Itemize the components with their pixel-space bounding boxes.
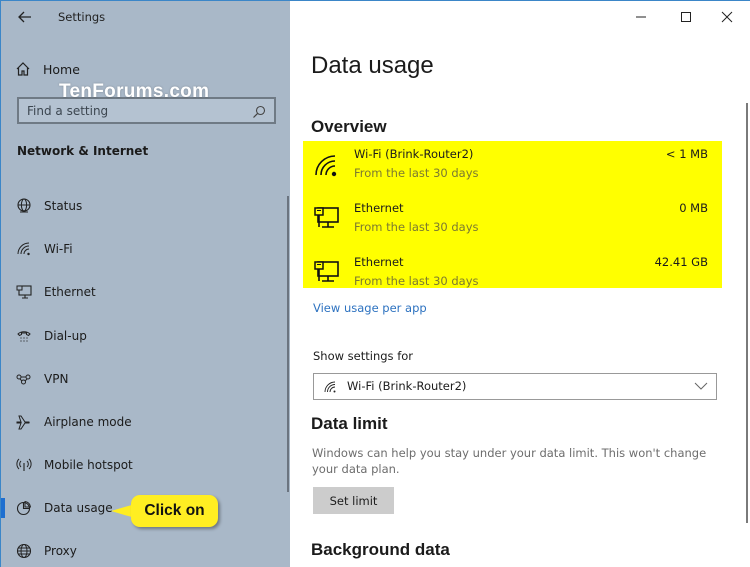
home-icon — [16, 62, 30, 76]
watermark: TenForums.com — [59, 81, 210, 102]
usage-row-wifi[interactable]: Wi-Fi (Brink-Router2) From the last 30 d… — [303, 141, 722, 187]
usage-amount: < 1 MB — [665, 147, 708, 161]
usage-amount: 42.41 GB — [654, 255, 708, 269]
usage-row-ethernet-2[interactable]: Ethernet From the last 30 days 42.41 GB — [303, 249, 722, 295]
overview-heading: Overview — [311, 117, 387, 136]
chevron-down-icon — [694, 382, 708, 390]
usage-amount: 0 MB — [679, 201, 708, 215]
section-title: Network & Internet — [17, 144, 149, 158]
sidebar: Settings Home TenForums.com Network & In… — [1, 1, 290, 567]
usage-period: From the last 30 days — [354, 166, 479, 180]
background-data-heading: Background data — [311, 540, 450, 559]
ethernet-icon — [314, 261, 339, 282]
usage-row-ethernet-1[interactable]: Ethernet From the last 30 days 0 MB — [303, 195, 722, 241]
wifi-icon — [324, 381, 336, 393]
nav-label: Data usage — [44, 500, 113, 515]
usage-name: Wi-Fi (Brink-Router2) — [354, 147, 474, 161]
usage-name: Ethernet — [354, 255, 404, 269]
wifi-icon — [15, 240, 33, 258]
wifi-icon — [315, 155, 337, 177]
nav-label: Mobile hotspot — [44, 457, 133, 472]
sidebar-item-proxy[interactable]: Proxy — [1, 529, 281, 567]
overview-highlight: Wi-Fi (Brink-Router2) From the last 30 d… — [303, 141, 722, 288]
show-settings-label: Show settings for — [313, 349, 414, 363]
sidebar-item-wifi[interactable]: Wi-Fi — [1, 227, 281, 270]
title-bar: Settings — [1, 1, 290, 35]
data-limit-description: Windows can help you stay under your dat… — [312, 446, 707, 476]
minimize-button[interactable] — [626, 5, 656, 29]
status-globe-icon — [15, 197, 33, 215]
usage-period: From the last 30 days — [354, 274, 479, 288]
back-arrow-icon — [18, 11, 31, 23]
sidebar-item-airplane-mode[interactable]: Airplane mode — [1, 400, 281, 443]
sidebar-scrollbar[interactable] — [287, 196, 289, 492]
network-select[interactable]: Wi-Fi (Brink-Router2) — [313, 373, 717, 400]
set-limit-button[interactable]: Set limit — [313, 487, 394, 514]
nav-label: Status — [44, 198, 83, 213]
view-usage-per-app-link[interactable]: View usage per app — [313, 301, 427, 315]
hotspot-icon — [15, 456, 33, 474]
sidebar-item-ethernet[interactable]: Ethernet — [1, 270, 281, 313]
nav-label: Airplane mode — [44, 414, 132, 429]
globe-icon — [15, 542, 33, 560]
search-input[interactable] — [27, 103, 252, 118]
sidebar-item-mobile-hotspot[interactable]: Mobile hotspot — [1, 443, 281, 486]
nav-label: Dial-up — [44, 328, 87, 343]
search-icon[interactable] — [252, 104, 266, 118]
maximize-button[interactable] — [671, 5, 701, 29]
dialup-phone-icon — [15, 327, 33, 345]
click-on-callout: Click on — [131, 495, 218, 527]
ethernet-icon — [15, 283, 33, 301]
app-title: Settings — [58, 10, 106, 24]
minimize-icon — [636, 16, 646, 18]
usage-name: Ethernet — [354, 201, 404, 215]
vpn-icon — [15, 370, 33, 388]
page-title: Data usage — [311, 52, 434, 79]
nav-label: VPN — [44, 371, 69, 386]
sidebar-item-dialup[interactable]: Dial-up — [1, 314, 281, 357]
home-nav-item[interactable]: Home — [15, 58, 80, 80]
airplane-icon — [15, 413, 33, 431]
nav-label: Ethernet — [44, 284, 96, 299]
maximize-icon — [681, 12, 691, 22]
main-scrollbar[interactable] — [746, 103, 748, 523]
nav-label: Proxy — [44, 543, 77, 558]
close-button[interactable] — [712, 5, 742, 29]
usage-period: From the last 30 days — [354, 220, 479, 234]
sidebar-item-vpn[interactable]: VPN — [1, 357, 281, 400]
pie-chart-icon — [15, 499, 33, 517]
ethernet-icon — [314, 207, 339, 228]
sidebar-item-status[interactable]: Status — [1, 184, 281, 227]
network-select-value: Wi-Fi (Brink-Router2) — [347, 379, 467, 393]
data-limit-heading: Data limit — [311, 414, 388, 433]
main-content: Data usage Overview Wi-Fi (Brink-Router2… — [290, 1, 750, 567]
back-button[interactable] — [13, 6, 37, 28]
nav-label: Wi-Fi — [44, 241, 73, 256]
home-label: Home — [43, 61, 80, 77]
close-icon — [721, 11, 733, 23]
